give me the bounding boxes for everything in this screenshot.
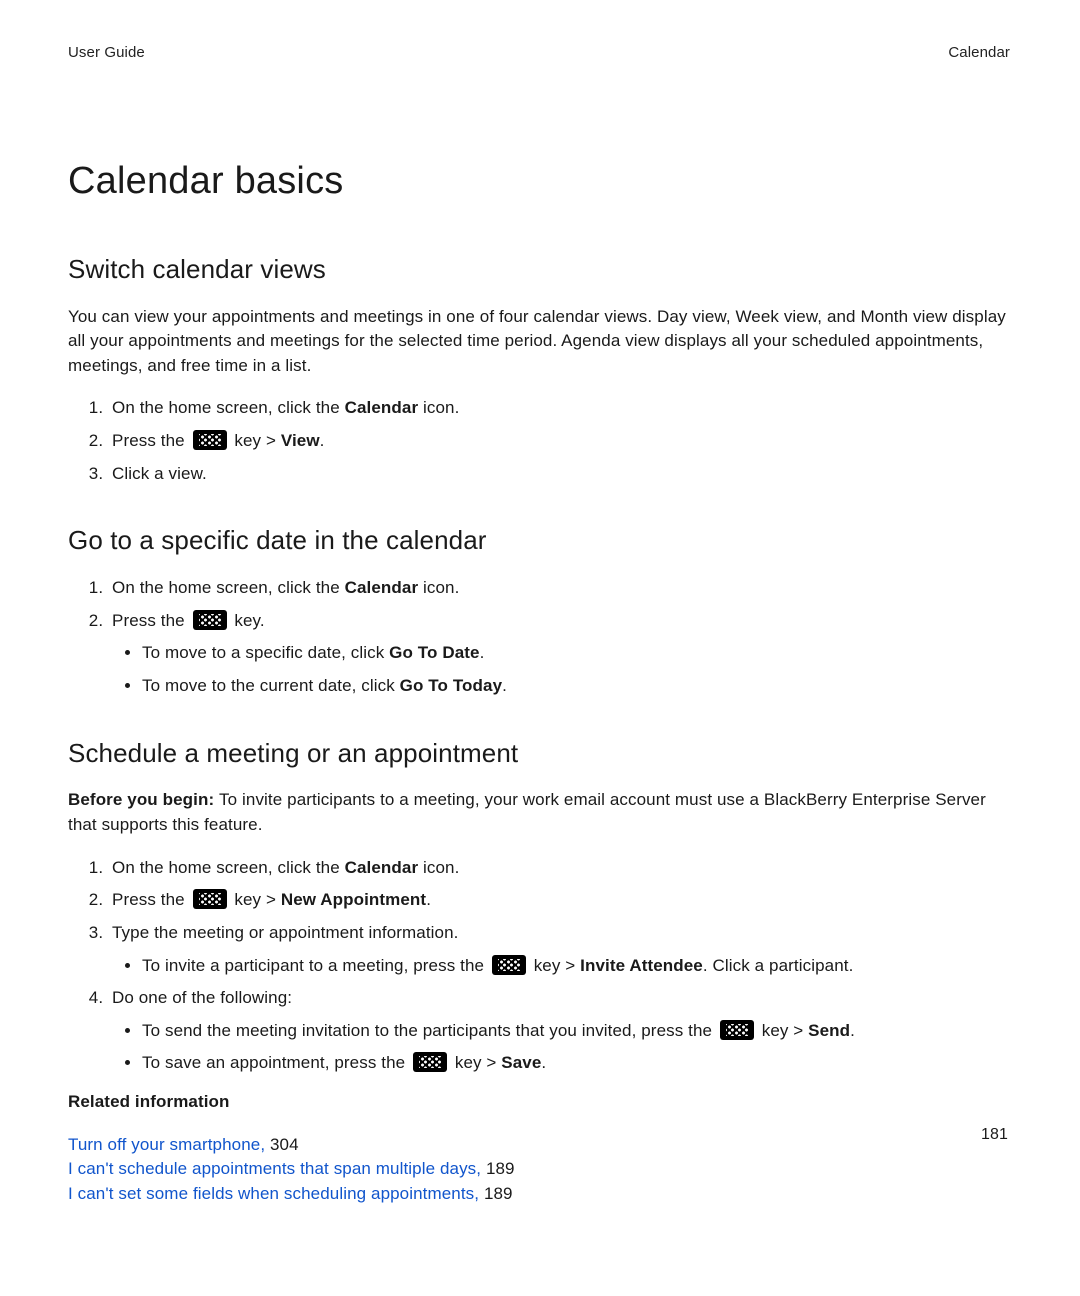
- sub-bullets: To move to a specific date, click Go To …: [112, 641, 1010, 698]
- step-text: On the home screen, click the: [112, 398, 345, 417]
- menu-key-icon: [720, 1020, 754, 1040]
- bullet-item: To invite a participant to a meeting, pr…: [142, 954, 1010, 979]
- step-item: Type the meeting or appointment informat…: [108, 921, 1010, 978]
- step-text: key >: [230, 890, 281, 909]
- step-item: Press the key > View.: [108, 429, 1010, 454]
- step-item: Click a view.: [108, 462, 1010, 487]
- step-text: icon.: [418, 578, 459, 597]
- related-page: 304: [270, 1135, 299, 1154]
- page: User Guide Calendar Calendar basics Swit…: [0, 0, 1080, 1296]
- menu-key-icon: [193, 889, 227, 909]
- bullet-item: To send the meeting invitation to the pa…: [142, 1019, 1010, 1044]
- bullet-text: .: [541, 1053, 546, 1072]
- bullet-text: key >: [529, 956, 580, 975]
- step-text: Press the: [112, 890, 190, 909]
- bold-text: Save: [501, 1053, 541, 1072]
- step-item: Do one of the following: To send the mee…: [108, 986, 1010, 1076]
- bullet-text: To invite a participant to a meeting, pr…: [142, 956, 489, 975]
- page-title: Calendar basics: [68, 154, 1010, 209]
- menu-key-icon: [492, 955, 526, 975]
- step-text: icon.: [418, 858, 459, 877]
- section-switch-views: Switch calendar views You can view your …: [68, 251, 1010, 487]
- step-item: Press the key > New Appointment.: [108, 888, 1010, 913]
- section-heading: Go to a specific date in the calendar: [68, 522, 1010, 560]
- step-text: .: [426, 890, 431, 909]
- section-heading: Switch calendar views: [68, 251, 1010, 289]
- bold-text: Calendar: [345, 578, 419, 597]
- before-you-begin: Before you begin: To invite participants…: [68, 788, 1010, 837]
- step-text: Press the: [112, 611, 190, 630]
- bullet-text: To move to a specific date, click: [142, 643, 389, 662]
- step-text: icon.: [418, 398, 459, 417]
- related-link[interactable]: I can't set some fields when scheduling …: [68, 1184, 484, 1203]
- step-text: Type the meeting or appointment informat…: [112, 923, 458, 942]
- step-item: On the home screen, click the Calendar i…: [108, 576, 1010, 601]
- menu-key-icon: [193, 610, 227, 630]
- step-text: On the home screen, click the: [112, 858, 345, 877]
- bullet-text: .: [850, 1021, 855, 1040]
- sub-bullets: To invite a participant to a meeting, pr…: [112, 954, 1010, 979]
- bullet-text: key >: [450, 1053, 501, 1072]
- intro-paragraph: You can view your appointments and meeti…: [68, 305, 1010, 379]
- bullet-text: To send the meeting invitation to the pa…: [142, 1021, 717, 1040]
- related-page: 189: [486, 1159, 515, 1178]
- related-page: 189: [484, 1184, 513, 1203]
- step-text: key.: [230, 611, 265, 630]
- related-link-row: I can't schedule appointments that span …: [68, 1157, 1010, 1182]
- step-text: Do one of the following:: [112, 988, 292, 1007]
- bullet-text: To move to the current date, click: [142, 676, 400, 695]
- steps-list: On the home screen, click the Calendar i…: [68, 856, 1010, 1076]
- step-text: key >: [230, 431, 281, 450]
- related-link[interactable]: I can't schedule appointments that span …: [68, 1159, 486, 1178]
- bold-text: New Appointment: [281, 890, 426, 909]
- bullet-text: To save an appointment, press the: [142, 1053, 410, 1072]
- step-item: Press the key. To move to a specific dat…: [108, 609, 1010, 699]
- bold-text: Go To Today: [400, 676, 502, 695]
- header-left: User Guide: [68, 42, 145, 64]
- menu-key-icon: [413, 1052, 447, 1072]
- related-info-heading: Related information: [68, 1090, 1010, 1115]
- menu-key-icon: [193, 430, 227, 450]
- section-go-to-date: Go to a specific date in the calendar On…: [68, 522, 1010, 698]
- bold-text: Calendar: [345, 398, 419, 417]
- bullet-text: .: [502, 676, 507, 695]
- related-link-row: Turn off your smartphone, 304: [68, 1133, 1010, 1158]
- before-label: Before you begin:: [68, 790, 219, 809]
- bullet-text: key >: [757, 1021, 808, 1040]
- steps-list: On the home screen, click the Calendar i…: [68, 576, 1010, 699]
- step-item: On the home screen, click the Calendar i…: [108, 856, 1010, 881]
- bold-text: View: [281, 431, 320, 450]
- page-number: 181: [981, 1123, 1008, 1146]
- step-text: Press the: [112, 431, 190, 450]
- bold-text: Calendar: [345, 858, 419, 877]
- section-schedule-meeting: Schedule a meeting or an appointment Bef…: [68, 735, 1010, 1207]
- step-item: On the home screen, click the Calendar i…: [108, 396, 1010, 421]
- related-link-row: I can't set some fields when scheduling …: [68, 1182, 1010, 1207]
- related-link[interactable]: Turn off your smartphone,: [68, 1135, 270, 1154]
- step-text: .: [320, 431, 325, 450]
- bullet-text: .: [480, 643, 485, 662]
- bullet-item: To move to a specific date, click Go To …: [142, 641, 1010, 666]
- sub-bullets: To send the meeting invitation to the pa…: [112, 1019, 1010, 1076]
- section-heading: Schedule a meeting or an appointment: [68, 735, 1010, 773]
- bullet-item: To save an appointment, press the key > …: [142, 1051, 1010, 1076]
- bullet-item: To move to the current date, click Go To…: [142, 674, 1010, 699]
- bold-text: Send: [808, 1021, 850, 1040]
- running-header: User Guide Calendar: [68, 42, 1010, 64]
- steps-list: On the home screen, click the Calendar i…: [68, 396, 1010, 486]
- step-text: On the home screen, click the: [112, 578, 345, 597]
- bold-text: Go To Date: [389, 643, 479, 662]
- bold-text: Invite Attendee: [580, 956, 703, 975]
- bullet-text: . Click a participant.: [703, 956, 854, 975]
- header-right: Calendar: [948, 42, 1010, 64]
